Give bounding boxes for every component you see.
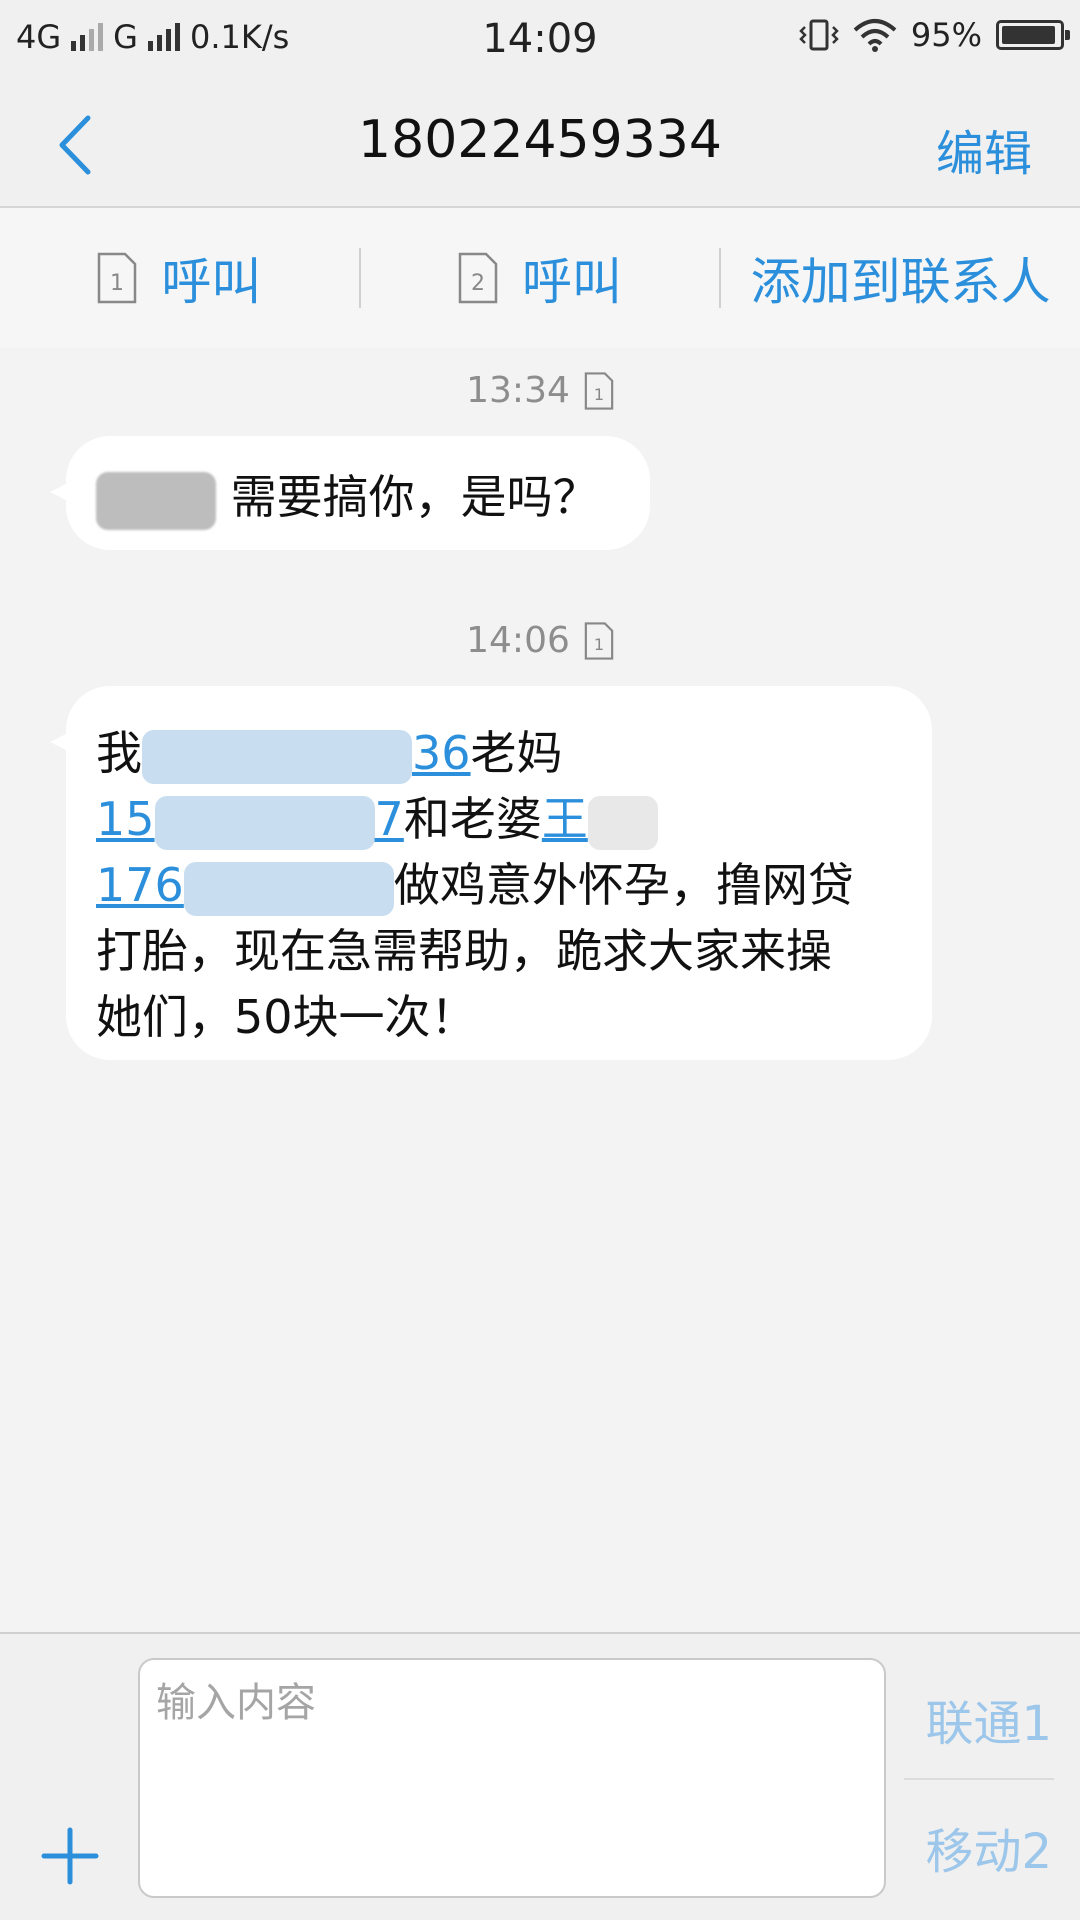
redacted-area — [96, 471, 216, 530]
redacted-area — [183, 861, 394, 916]
sim1-icon: 1 — [98, 252, 137, 304]
redacted-area — [154, 795, 375, 850]
contact-link[interactable]: 王 — [542, 792, 588, 846]
status-bar: 4G G 0.1K/s 14:09 95% — [0, 0, 1080, 74]
message-bubble[interactable]: 需要搞你，是吗？ — [50, 436, 650, 550]
vibrate-icon — [799, 19, 839, 51]
svg-text:1: 1 — [594, 634, 604, 653]
svg-text:2: 2 — [471, 271, 485, 296]
svg-text:1: 1 — [110, 271, 124, 296]
status-right: 95% — [799, 16, 1070, 54]
message-line: 15 7和老婆王 — [96, 786, 902, 852]
wifi-icon — [853, 19, 897, 52]
plus-icon[interactable] — [40, 1826, 100, 1886]
send-sim1-button[interactable]: 联通1 — [925, 1684, 1052, 1754]
sim2-icon: 2 — [458, 252, 498, 304]
battery-icon — [996, 20, 1070, 50]
call-sim2-button[interactable]: 2 呼叫 — [361, 242, 720, 314]
send-sim2-button[interactable]: 移动2 — [925, 1812, 1052, 1882]
message-bubble[interactable]: 我 36老妈 15 7和老婆王 176 做鸡意外怀孕，撸网贷 打胎，现在急需帮助，跪求… — [50, 686, 932, 1060]
contact-actions: 1 呼叫 2 呼叫 添加到联系人 — [0, 208, 1080, 348]
message-timestamp: 13:34 1 — [0, 370, 1080, 411]
edit-button[interactable]: 编辑 — [936, 114, 1032, 184]
message-timestamp: 14:06 1 — [0, 620, 1080, 661]
add-to-contacts-button[interactable]: 添加到联系人 — [721, 242, 1080, 314]
message-text: 需要搞你，是吗？ — [230, 470, 599, 524]
message-text: 和老婆 — [403, 792, 542, 846]
call-sim1-label: 呼叫 — [161, 253, 262, 311]
contact-number-title: 18022459334 — [358, 110, 722, 170]
svg-text:1: 1 — [594, 384, 604, 403]
timestamp-text: 13:34 — [466, 370, 570, 411]
phone-link[interactable]: 176 — [96, 858, 184, 912]
call-sim2-label: 呼叫 — [522, 253, 622, 311]
redacted-area — [142, 729, 412, 784]
call-sim1-button[interactable]: 1 呼叫 — [0, 242, 359, 314]
message-line: 176 做鸡意外怀孕，撸网贷 — [96, 852, 902, 918]
timestamp-text: 14:06 — [466, 620, 570, 661]
message-line: 她们，50块一次！ — [96, 990, 477, 1044]
message-line: 打胎，现在急需帮助，跪求大家来操 — [96, 924, 832, 978]
message-input-box[interactable] — [138, 1658, 886, 1898]
message-text: 我 — [96, 726, 142, 780]
message-text: 老妈 — [470, 726, 563, 780]
add-to-contacts-label: 添加到联系人 — [750, 253, 1051, 311]
divider — [904, 1778, 1054, 1780]
message-line: 我 36老妈 — [96, 720, 902, 786]
sim1-icon: 1 — [584, 621, 614, 660]
redacted-area — [587, 795, 658, 850]
sim1-icon: 1 — [584, 371, 614, 410]
battery-percent: 95% — [910, 16, 982, 54]
message-composer: 联通1 移动2 — [0, 1632, 1080, 1920]
message-input[interactable] — [154, 1672, 858, 1734]
phone-link[interactable]: 15 — [96, 792, 155, 846]
phone-link[interactable]: 36 — [412, 726, 471, 780]
conversation-header: 18022459334 编辑 — [0, 74, 1080, 208]
message-text: 做鸡意外怀孕，撸网贷 — [393, 858, 854, 912]
phone-link[interactable]: 7 — [375, 792, 404, 846]
battery-level — [1002, 26, 1056, 44]
